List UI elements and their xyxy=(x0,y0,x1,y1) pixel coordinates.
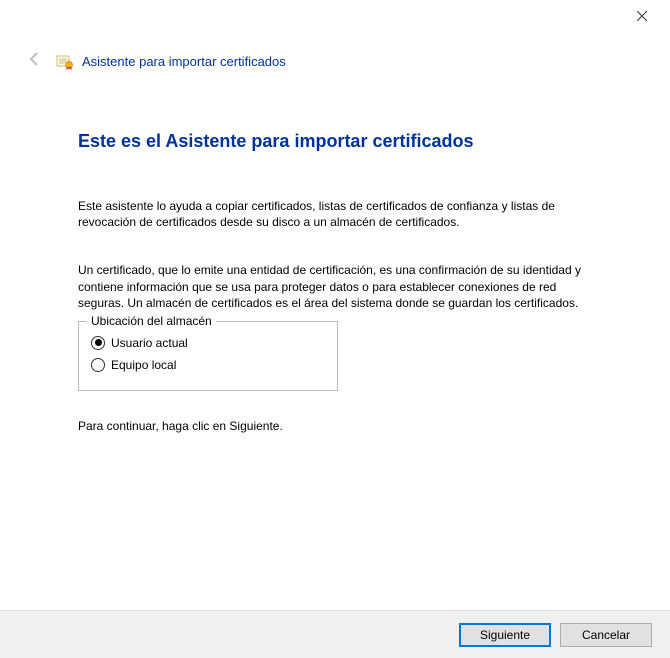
cancel-button[interactable]: Cancelar xyxy=(560,623,652,647)
intro-paragraph-1: Este asistente lo ayuda a copiar certifi… xyxy=(78,198,592,230)
close-icon xyxy=(637,8,647,24)
certificate-icon xyxy=(56,53,74,71)
store-location-legend: Ubicación del almacén xyxy=(87,314,216,328)
next-button[interactable]: Siguiente xyxy=(459,623,551,647)
store-location-group: Ubicación del almacén Usuario actual Equ… xyxy=(78,321,338,391)
radio-icon xyxy=(91,358,105,372)
continue-instruction: Para continuar, haga clic en Siguiente. xyxy=(78,419,592,433)
wizard-content: Este es el Asistente para importar certi… xyxy=(0,73,670,433)
page-title: Este es el Asistente para importar certi… xyxy=(78,131,592,152)
close-button[interactable] xyxy=(626,4,658,28)
radio-icon xyxy=(91,336,105,350)
back-arrow-icon xyxy=(22,50,48,73)
radio-local-machine[interactable]: Equipo local xyxy=(91,354,325,376)
intro-paragraph-2: Un certificado, que lo emite una entidad… xyxy=(78,262,592,311)
wizard-header-title: Asistente para importar certificados xyxy=(82,54,286,69)
wizard-footer: Siguiente Cancelar xyxy=(0,610,670,658)
wizard-header: Asistente para importar certificados xyxy=(0,0,670,73)
radio-label-current-user: Usuario actual xyxy=(111,336,188,350)
radio-label-local-machine: Equipo local xyxy=(111,358,176,372)
radio-current-user[interactable]: Usuario actual xyxy=(91,332,325,354)
